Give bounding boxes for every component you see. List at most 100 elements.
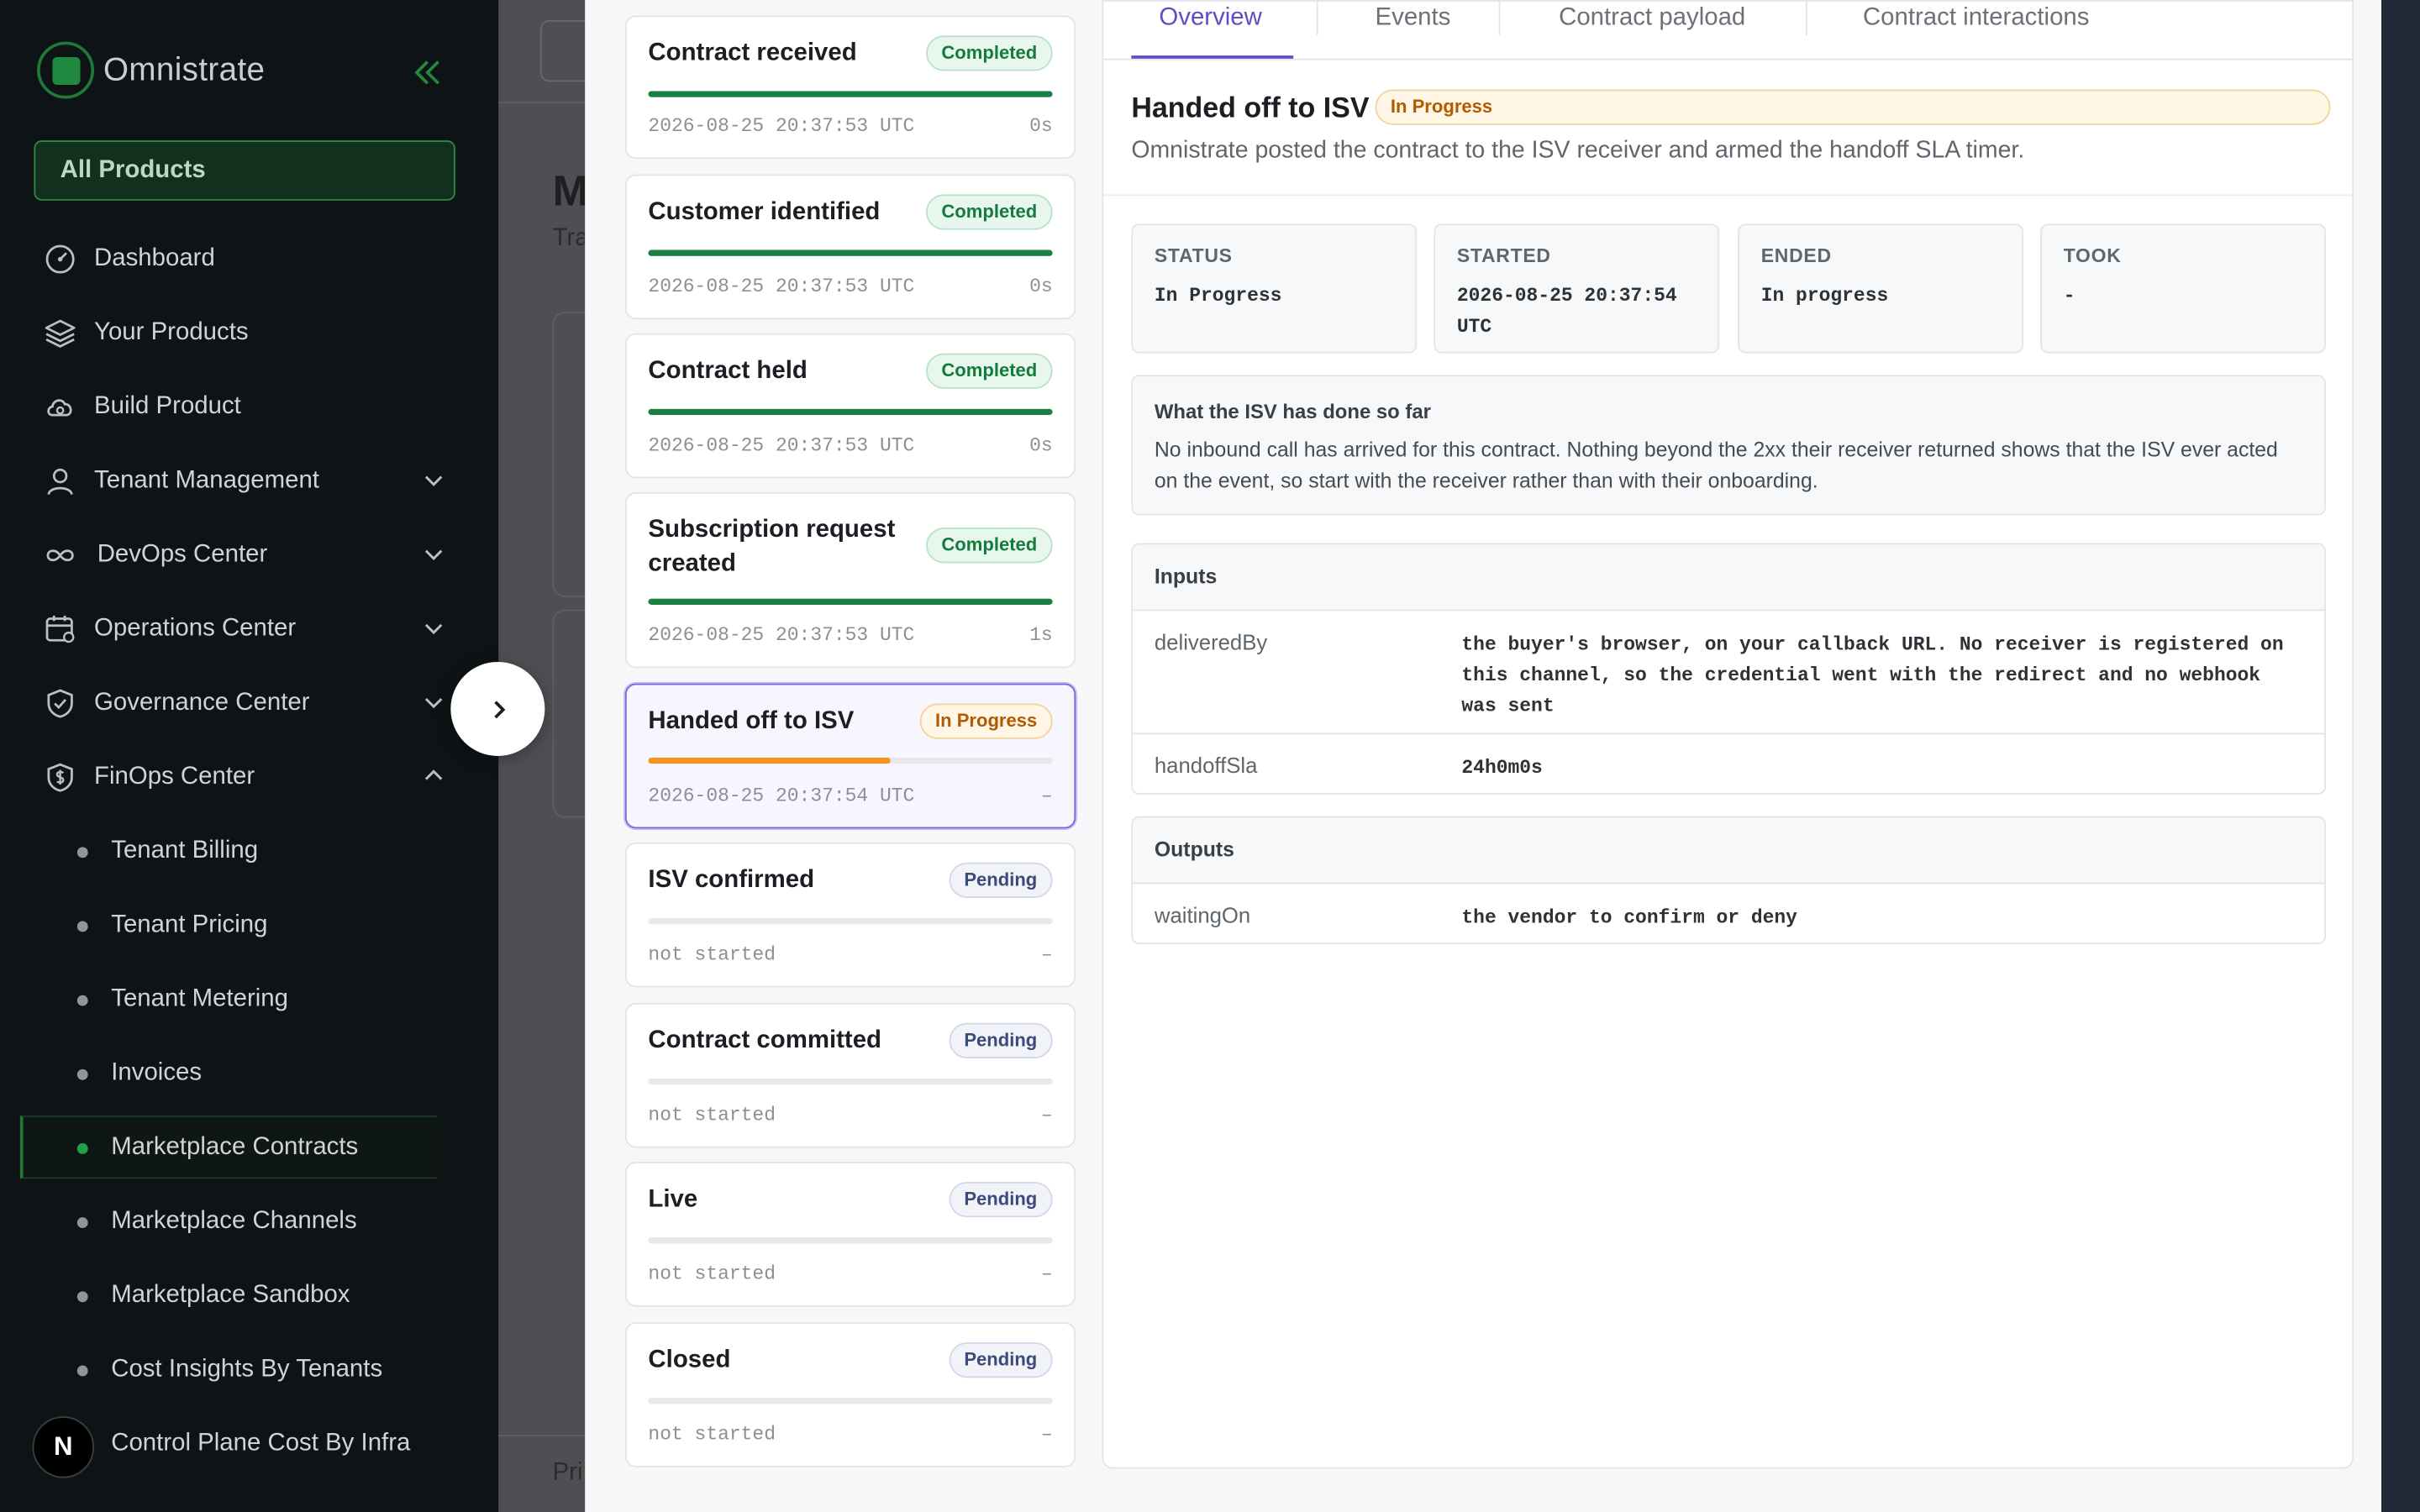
collapse-sidebar-icon[interactable] <box>411 55 445 89</box>
sidebar-subitem-tenant-pricing[interactable]: Tenant Pricing <box>76 902 267 948</box>
step-card[interactable]: ISV confirmed Pending not started – <box>624 842 1076 988</box>
isv-activity-note: What the ISV has done so far No inbound … <box>1131 375 2326 516</box>
status-badge: In Progress <box>1375 89 2331 125</box>
stat-started: STARTED 2026-08-25 20:37:54 UTC <box>1434 223 1720 354</box>
sidebar-item-dashboard[interactable]: Dashboard <box>43 236 450 282</box>
background-divider <box>498 1435 586 1436</box>
step-card[interactable]: Contract committed Pending not started – <box>624 1002 1076 1148</box>
step-progress-bar <box>648 408 1053 416</box>
step-progress-bar <box>648 1398 1053 1404</box>
step-progress-bar <box>648 598 1053 605</box>
sidebar-item-label: Operations Center <box>94 615 297 643</box>
status-badge: Completed <box>926 35 1053 71</box>
chevron-up-icon[interactable] <box>423 765 445 787</box>
gauge-icon <box>45 244 75 274</box>
step-timestamp: 2026-08-25 20:37:53 UTC <box>648 115 915 138</box>
omnistrate-logo-icon <box>37 41 95 99</box>
bullet-icon <box>76 1364 88 1376</box>
stat-value: In Progress <box>1154 285 1282 307</box>
sidebar-item-your-products[interactable]: Your Products <box>43 310 450 356</box>
avatar[interactable]: N <box>32 1416 95 1478</box>
step-card[interactable]: Subscription request created Completed 2… <box>624 491 1076 669</box>
sidebar-item-tenant-management[interactable]: Tenant Management <box>43 459 450 505</box>
background-subtitle: Tra <box>552 225 589 252</box>
stat-label: STATUS <box>1154 245 1233 267</box>
step-card[interactable]: Customer identified Completed 2026-08-25… <box>624 174 1076 320</box>
sidebar-item-operations-center[interactable]: Operations Center <box>43 606 450 653</box>
sidebar-item-label: Build Product <box>94 393 241 420</box>
tab-events[interactable]: Events <box>1376 5 1451 33</box>
shield-dollar-icon <box>47 763 73 792</box>
step-detail: Overview Events Contract payload Contrac… <box>1102 0 2354 1469</box>
tab-divider <box>1805 1 1807 36</box>
step-progress-bar <box>648 1078 1053 1085</box>
chevron-down-icon[interactable] <box>423 691 445 713</box>
step-duration: 0s <box>1029 434 1053 457</box>
step-progress-fill <box>648 249 1053 256</box>
tab-contract-interactions[interactable]: Contract interactions <box>1863 5 2090 33</box>
sidebar-item-label: Governance Center <box>94 690 310 717</box>
step-duration: – <box>1040 1424 1053 1446</box>
step-card[interactable]: Contract held Completed 2026-08-25 20:37… <box>624 333 1076 479</box>
step-card[interactable]: Contract received Completed 2026-08-25 2… <box>624 15 1076 160</box>
step-detail-title: Handed off to ISV <box>1131 91 1370 123</box>
sidebar-item-finops-center[interactable]: FinOps Center <box>43 754 450 801</box>
sidebar-subitem-control-plane-cost-by-infra[interactable]: Control Plane Cost By Infra <box>111 1421 410 1467</box>
step-timestamp: not started <box>648 944 776 966</box>
sidebar-subitem-tenant-billing[interactable]: Tenant Billing <box>76 828 258 874</box>
brand-logo[interactable]: Omnistrate <box>37 41 265 99</box>
step-card[interactable]: Closed Pending not started – <box>624 1322 1076 1467</box>
step-card[interactable]: Live Pending not started – <box>624 1162 1076 1307</box>
step-progress-bar <box>648 91 1053 97</box>
sidebar-subitem-invoices[interactable]: Invoices <box>76 1051 202 1097</box>
tab-overview[interactable]: Overview <box>1159 5 1261 33</box>
status-badge: Pending <box>948 1341 1053 1378</box>
input-value: the buyer's browser, on your callback UR… <box>1461 633 2284 718</box>
step-progress-fill <box>648 91 1053 97</box>
sidebar-subitem-cost-insights-by-tenants[interactable]: Cost Insights By Tenants <box>76 1347 382 1393</box>
sidebar-subitem-marketplace-sandbox[interactable]: Marketplace Sandbox <box>76 1273 350 1319</box>
detail-tabs: Overview Events Contract payload Contrac… <box>1103 1 2353 60</box>
sidebar-item-governance-center[interactable]: Governance Center <box>43 680 450 727</box>
background-footer-text: Pri <box>552 1459 583 1486</box>
infinity-icon <box>46 549 74 562</box>
step-progress-bar <box>648 917 1053 925</box>
chevron-down-icon[interactable] <box>423 543 445 565</box>
chevron-down-icon[interactable] <box>423 617 445 639</box>
sidebar-item-label: Dashboard <box>94 245 215 272</box>
sidebar-item-build-product[interactable]: Build Product <box>43 384 450 430</box>
tab-divider <box>1316 1 1318 36</box>
outputs-title: Outputs <box>1154 837 1234 861</box>
step-duration: 0s <box>1029 276 1053 298</box>
step-duration: – <box>1040 1105 1053 1126</box>
step-card-active[interactable]: Handed off to ISV In Progress 2026-08-25… <box>624 683 1076 829</box>
bullet-icon <box>76 920 88 932</box>
sidebar-subitem-tenant-metering[interactable]: Tenant Metering <box>76 977 288 1023</box>
output-key: waitingOn <box>1154 902 1251 927</box>
step-title: Customer identified <box>648 198 881 226</box>
step-timestamp: 2026-08-25 20:37:53 UTC <box>648 276 915 298</box>
sidebar-subitem-marketplace-contracts[interactable]: Marketplace Contracts <box>76 1125 358 1171</box>
sidebar-item-label: DevOps Center <box>97 541 268 568</box>
step-timestamp: 2026-08-25 20:37:53 UTC <box>648 624 915 647</box>
step-title: Subscription request created <box>648 517 896 577</box>
tab-contract-payload[interactable]: Contract payload <box>1559 5 1745 33</box>
status-badge: Completed <box>926 194 1053 230</box>
step-title: Live <box>648 1186 698 1213</box>
stat-value: - <box>2063 285 2075 307</box>
step-title: Handed off to ISV <box>648 708 855 735</box>
sidebar-item-devops-center[interactable]: DevOps Center <box>43 533 450 579</box>
inputs-title: Inputs <box>1154 564 1218 588</box>
chevron-down-icon[interactable] <box>423 469 445 491</box>
sidebar-subitem-marketplace-channels[interactable]: Marketplace Channels <box>76 1199 357 1245</box>
outputs-header: Outputs <box>1133 817 2325 885</box>
step-timestamp: 2026-08-25 20:37:54 UTC <box>648 785 915 807</box>
expand-panel-button[interactable] <box>450 661 545 756</box>
input-key: handoffSla <box>1154 753 1258 778</box>
outputs-table: Outputs waitingOn the vendor to confirm … <box>1131 816 2326 945</box>
step-title: Contract received <box>648 39 857 66</box>
note-title: What the ISV has done so far <box>1154 399 1431 423</box>
stat-label: ENDED <box>1760 245 1832 267</box>
all-products-button[interactable]: All Products <box>34 140 455 201</box>
stat-label: TOOK <box>2063 245 2122 267</box>
